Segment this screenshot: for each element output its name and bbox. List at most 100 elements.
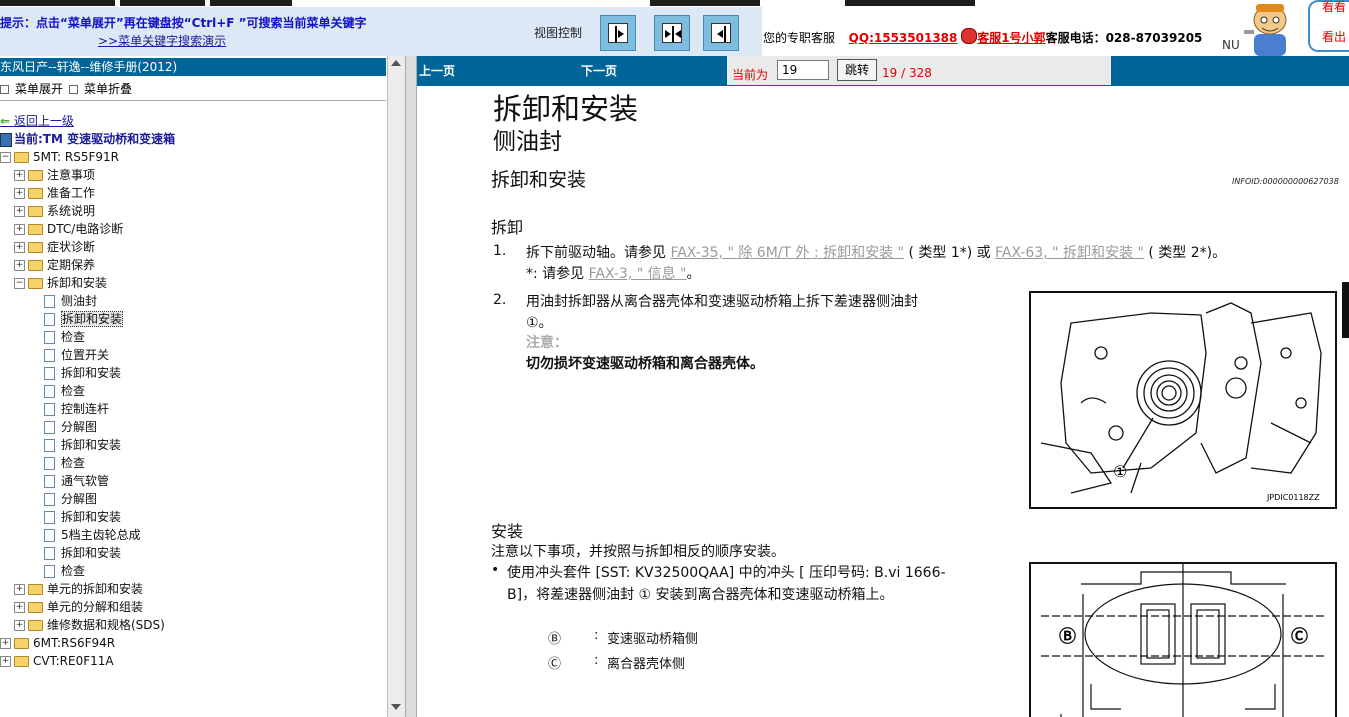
document-view: 拆卸和安装 侧油封 拆卸和安装 INFOID:0000000006270389 … [417,86,1339,717]
jump-button[interactable]: 跳转 [837,59,877,81]
tree-leaf[interactable]: 分解图 [44,418,97,436]
install-heading: 安装 [491,522,524,541]
scroll-thumb[interactable] [1342,282,1349,338]
service-agent-link[interactable]: 客服1号小郭 [977,31,1045,45]
view-right-panel-button[interactable] [703,15,739,51]
tree-node[interactable]: + DTC/电路诊断 [14,220,123,238]
document-icon [44,475,55,488]
expand-icon[interactable]: + [0,638,11,649]
top-tab[interactable] [0,0,115,6]
top-tab[interactable] [210,0,292,6]
collapse-icon[interactable]: − [0,152,11,163]
prev-page-link[interactable]: 上一页 [419,62,455,79]
tree-leaf[interactable]: 检查 [44,328,85,346]
expand-icon[interactable]: + [14,170,25,181]
folder-icon [28,242,43,253]
ref-link-fax35[interactable]: FAX-35, " 除 6M/T 外 : 拆卸和安装 " [670,245,904,261]
tree-leaf-label: 侧油封 [61,294,98,308]
expand-icon[interactable]: + [14,188,25,199]
install-intro: 注意以下事项，并按照与拆卸相反的顺序安装。 [491,544,785,560]
expand-icon[interactable]: + [14,584,25,595]
tree-leaf[interactable]: 检查 [44,454,85,472]
scroll-down-icon[interactable] [391,704,401,710]
step-1-note: *: 请参见 FAX-3, " 信息 "。 [526,263,701,283]
expand-icon[interactable]: + [14,242,25,253]
tree-leaf[interactable]: 检查 [44,562,85,580]
tree-node-root[interactable]: − 5MT: RS5F91R [0,148,119,166]
tree-node[interactable]: + 症状诊断 [14,238,95,256]
tree-node[interactable]: + 准备工作 [14,184,95,202]
top-tab[interactable] [845,0,975,6]
collapse-icon[interactable]: − [14,278,25,289]
ref-link-fax63[interactable]: FAX-63, " 拆卸和安装 " [995,245,1144,261]
tree-leaf-label: 检查 [61,384,86,398]
top-tab[interactable] [650,0,760,6]
expand-icon[interactable]: + [14,224,25,235]
tree-node-root[interactable]: + CVT:RE0F11A [0,652,114,670]
view-left-panel-button[interactable] [600,15,636,51]
tree-node-root[interactable]: +6MT:RS6F94R [0,634,115,652]
tree-leaf[interactable]: 分解图 [44,490,97,508]
legend-b-text: 变速驱动桥箱侧 [607,632,699,647]
document-scrollbar[interactable] [1339,86,1349,717]
page-number-input[interactable] [777,60,829,80]
panel-splitter[interactable] [405,56,417,717]
tree-leaf[interactable]: 拆卸和安装 [44,436,121,454]
side-promo-box[interactable]: 看看 看出 [1308,0,1349,52]
folder-icon [28,224,43,235]
menu-panel: 东风日产--轩逸--维修手册(2012) 菜单展开 菜单折叠 ⇐ 返回上一级 当… [0,56,406,717]
expand-icon[interactable]: + [14,602,25,613]
menu-expand-button[interactable]: 菜单展开 [0,80,63,97]
expand-icon[interactable]: + [14,260,25,271]
tree-leaf[interactable]: 侧油封 [44,292,97,310]
qq-chat-icon[interactable] [961,28,978,44]
expand-icon[interactable]: + [14,620,25,631]
top-tab[interactable] [120,0,205,6]
document-icon [44,367,55,380]
tree-leaf[interactable]: 拆卸和安装 [44,364,121,382]
tree-node[interactable]: + 维修数据和规格(SDS) [14,616,165,634]
qq-link[interactable]: QQ:1553501388 [849,31,958,45]
figure-oil-seal-install: Ⓑ Ⓒ [1029,562,1337,717]
tree-leaf-selected[interactable]: 拆卸和安装 [44,310,124,328]
tree-leaf[interactable]: 5档主齿轮总成 [44,526,141,544]
search-demo-link[interactable]: >>菜单关键字搜索演示 [98,32,226,49]
note-end: 。 [686,266,701,282]
document-icon [44,349,55,362]
legend-colon: : [594,628,599,643]
next-page-link[interactable]: 下一页 [581,62,617,79]
tree-node[interactable]: + 系统说明 [14,202,95,220]
tree-node-label: 症状诊断 [47,240,96,254]
view-split-button[interactable] [654,15,690,51]
legend-b-symbol: Ⓑ [548,632,562,647]
tree-leaf-label: 拆卸和安装 [61,546,122,560]
tree-node-label: 单元的拆卸和安装 [47,582,144,596]
folder-icon [28,188,43,199]
tree-node[interactable]: + 单元的拆卸和安装 [14,580,143,598]
search-tip: 提示：点击“菜单展开”再在键盘按“Ctrl+F ”可搜索当前菜单关键字 [0,16,367,30]
tree-leaf[interactable]: 拆卸和安装 [44,508,121,526]
tree-leaf[interactable]: 检查 [44,382,85,400]
customer-service: 您的专职客服 QQ:1553501388 客服1号小郭客服电话：028-8703… [763,28,1202,46]
tree-node[interactable]: + 定期保养 [14,256,95,274]
document-icon [44,511,55,524]
tree-node-open[interactable]: − 拆卸和安装 [14,274,107,292]
tree-leaf[interactable]: 位置开关 [44,346,109,364]
scroll-up-icon[interactable] [391,60,401,66]
menu-scrollbar[interactable] [387,56,405,717]
expand-icon[interactable]: + [0,656,11,667]
ref-link-fax3[interactable]: FAX-3, " 信息 " [589,266,687,282]
tree-leaf[interactable]: 控制连杆 [44,400,109,418]
expand-icon[interactable]: + [14,206,25,217]
folder-icon [28,620,43,631]
menu-collapse-button[interactable]: 菜单折叠 [69,80,132,97]
menu-collapse-label: 菜单折叠 [84,82,133,96]
tree-node-label: 系统说明 [47,204,96,218]
folder-icon [14,656,29,667]
tree-node[interactable]: + 单元的分解和组装 [14,598,143,616]
tree-leaf[interactable]: 通气软管 [44,472,109,490]
tree-node[interactable]: + 注意事项 [14,166,95,184]
note-text: *: 请参见 [526,266,589,282]
back-link[interactable]: ⇐ 返回上一级 [0,112,74,129]
tree-leaf[interactable]: 拆卸和安装 [44,544,121,562]
